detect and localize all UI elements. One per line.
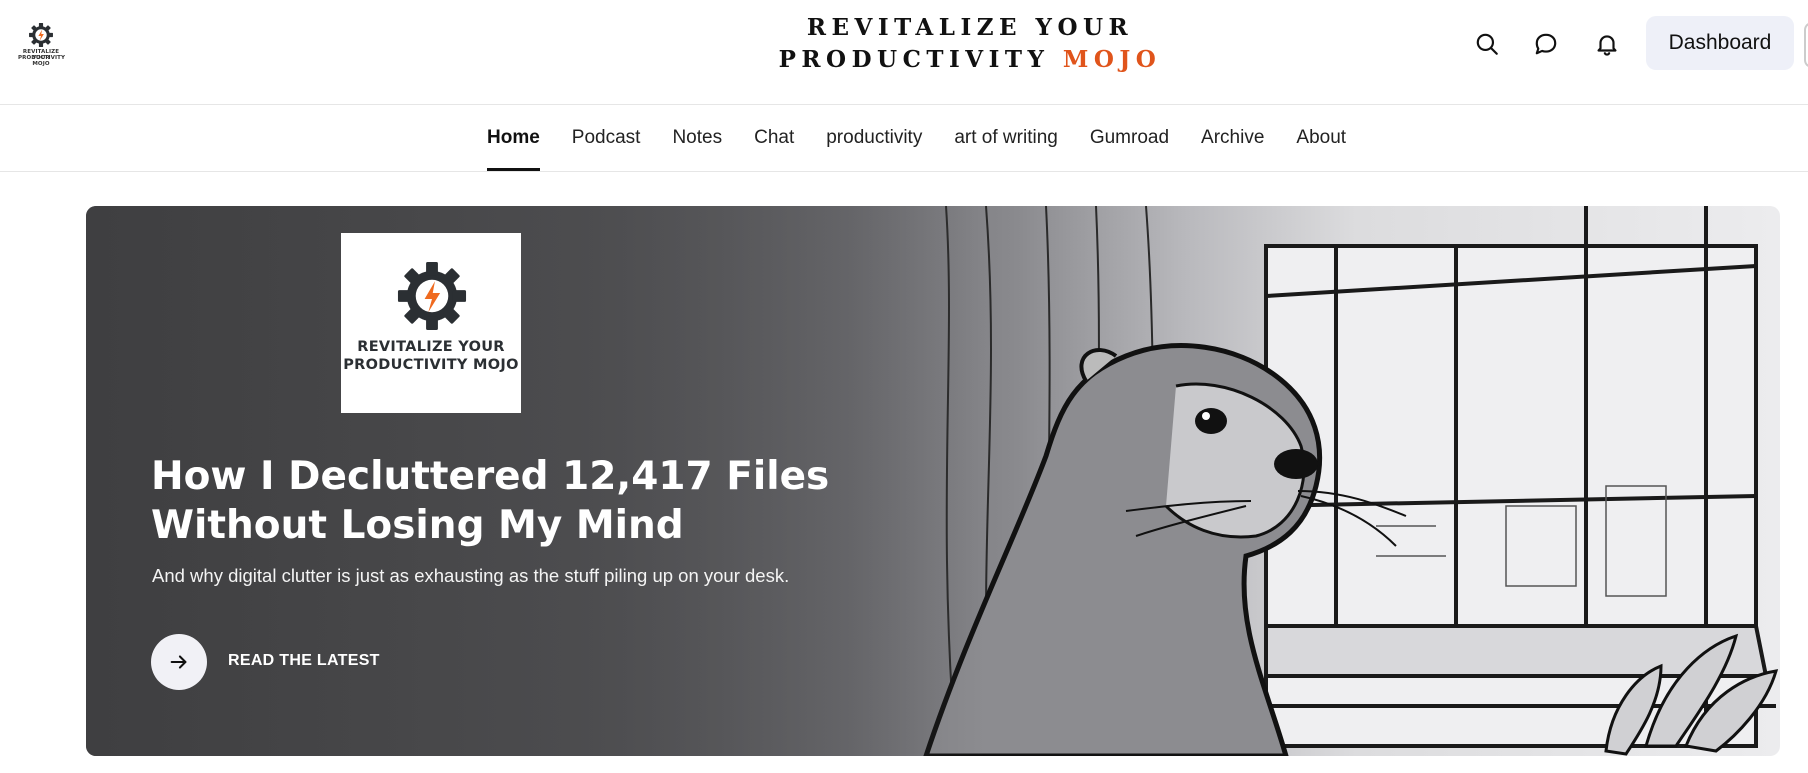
site-title-accent: MOJO [1062, 46, 1162, 73]
small-logo-text-line2: PRODUCTIVITY MOJO [18, 55, 66, 67]
read-latest-label[interactable]: READ THE LATEST [228, 652, 380, 670]
site-title[interactable]: REVITALIZE YOUR PRODUCTIVITY MOJO [740, 12, 1200, 76]
search-button[interactable] [1467, 24, 1507, 64]
nav-item-productivity[interactable]: productivity [810, 105, 938, 171]
publication-logo-line2: PRODUCTIVITY MOJO [343, 357, 519, 373]
main-nav: Home Podcast Notes Chat productivity art… [0, 105, 1808, 172]
nav-item-archive[interactable]: Archive [1185, 105, 1280, 171]
arrow-right-icon [170, 655, 187, 669]
notifications-button[interactable] [1587, 24, 1627, 64]
bell-icon [1597, 35, 1617, 56]
site-title-line1: REVITALIZE YOUR [806, 14, 1134, 41]
publication-logo-line1: REVITALIZE YOUR [357, 339, 505, 355]
featured-post-hero[interactable]: REVITALIZE YOUR PRODUCTIVITY MOJO How I … [86, 206, 1780, 756]
site-logo[interactable]: REVITALIZE YOUR PRODUCTIVITY MOJO [18, 22, 65, 67]
search-icon [1476, 33, 1498, 55]
nav-item-art-of-writing[interactable]: art of writing [938, 105, 1073, 171]
site-header: REVITALIZE YOUR PRODUCTIVITY MOJO REVITA… [0, 0, 1808, 105]
site-title-line2: PRODUCTIVITY MOJO [740, 44, 1200, 76]
chat-button[interactable] [1526, 24, 1566, 64]
nav-item-chat[interactable]: Chat [738, 105, 810, 171]
publication-logo: REVITALIZE YOUR PRODUCTIVITY MOJO [341, 233, 521, 413]
site-title-main: PRODUCTIVITY [778, 46, 1050, 73]
nav-item-gumroad[interactable]: Gumroad [1074, 105, 1185, 171]
gear-bolt-logo-icon [29, 23, 53, 47]
chat-bubble-icon [1535, 33, 1557, 55]
featured-post-subtitle: And why digital clutter is just as exhau… [152, 565, 790, 586]
dashboard-button[interactable]: Dashboard [1646, 16, 1794, 70]
profile-menu-edge[interactable] [1804, 22, 1808, 68]
nav-item-notes[interactable]: Notes [656, 105, 738, 171]
read-latest-button[interactable] [151, 634, 207, 690]
gear-bolt-logo-icon [397, 261, 467, 331]
nav-item-podcast[interactable]: Podcast [556, 105, 657, 171]
nav-item-about[interactable]: About [1280, 105, 1362, 171]
nav-list: Home Podcast Notes Chat productivity art… [487, 105, 1362, 171]
nav-item-home[interactable]: Home [487, 105, 556, 171]
featured-post-title[interactable]: How I Decluttered 12,417 Files Without L… [151, 452, 831, 550]
